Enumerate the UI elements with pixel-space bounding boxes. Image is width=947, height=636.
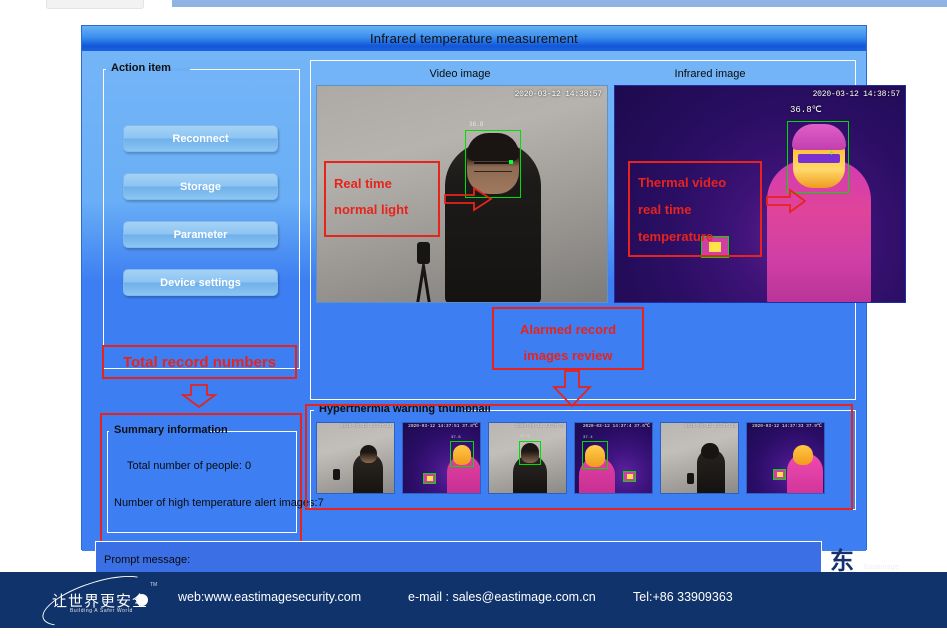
measured-temperature-readout: 36.8℃ (790, 105, 822, 115)
face-measure-point-icon (509, 160, 513, 164)
window-title-bar: Infrared temperature measurement (82, 26, 866, 51)
storage-button-label: Storage (180, 180, 221, 193)
device-settings-button[interactable]: Device settings (123, 269, 278, 296)
prompt-message-label: Prompt message: (104, 554, 191, 566)
thermal-measure-crosshair-icon: + (829, 148, 835, 158)
footer-telephone: Tel:+86 33909363 (633, 590, 733, 604)
logo-english-tagline: Building A Safer World (70, 608, 133, 614)
annotation-thermal-line1: Thermal video (638, 175, 727, 190)
annotation-arrow-right-icon-2 (766, 188, 806, 214)
summary-information-group-label: Summary information (114, 424, 228, 436)
browser-tab-ghost (46, 0, 144, 9)
annotation-arrow-right-icon (444, 186, 492, 212)
infrared-image-title: Infrared image (674, 68, 746, 80)
browser-chrome-strip (0, 0, 947, 22)
device-settings-button-label: Device settings (160, 276, 241, 289)
thermal-face-detection-box (787, 121, 849, 193)
left-panel: Action item Reconnect Storage Parameter … (95, 60, 324, 543)
annotation-thermal-video: Thermal video real time temperature (628, 161, 762, 257)
reconnect-button[interactable]: Reconnect (123, 125, 278, 152)
total-people-value: Total number of people: 0 (127, 460, 252, 472)
annotation-alarm-line2: images review (523, 348, 613, 363)
footer-website[interactable]: web:www.eastimagesecurity.com (178, 590, 361, 604)
annotation-arrow-down-icon (180, 384, 218, 408)
annotation-arrow-down-icon-2 (551, 370, 593, 408)
logo-trademark-icon: TM (150, 582, 158, 588)
annotation-alarmed-record-review: Alarmed record images review (492, 307, 644, 370)
video-face-temperature-label: 36.8 (469, 121, 484, 128)
annotation-alarm-line1: Alarmed record (519, 322, 617, 337)
annotation-total-record-numbers: Total record numbers (102, 345, 297, 379)
alert-images-value: Number of high temperature alert images:… (114, 497, 324, 509)
action-item-group (103, 69, 300, 369)
summary-information-group (107, 431, 297, 533)
parameter-button[interactable]: Parameter (123, 221, 278, 248)
tripod-icon (417, 242, 430, 264)
annotation-real-time-line2: normal light (334, 202, 409, 217)
footer-email[interactable]: e-mail : sales@eastimage.com.cn (408, 590, 596, 604)
corner-logo-text: Eastimage (864, 564, 899, 571)
window-client-area: Action item Reconnect Storage Parameter … (82, 51, 906, 581)
page-footer: 让世界更安全 Building A Safer World TM web:www… (0, 565, 947, 636)
annotation-thermal-line2: real time (638, 202, 692, 217)
annotation-real-time-line1: Real time (334, 176, 392, 191)
annotation-total-record-numbers-text: Total record numbers (122, 353, 277, 371)
video-timestamp: 2020-03-12 14:38:57 (514, 90, 603, 99)
video-image-title: Video image (429, 68, 491, 80)
window-title: Infrared temperature measurement (370, 31, 578, 46)
action-item-group-label: Action item (111, 62, 171, 74)
right-panel: Video image Infrared image 2020-03-12 14… (305, 60, 906, 540)
reconnect-button-label: Reconnect (172, 132, 229, 145)
storage-button[interactable]: Storage (123, 173, 278, 200)
annotation-thumbnail-highlight (305, 404, 853, 510)
parameter-button-label: Parameter (173, 228, 228, 241)
company-logo: 让世界更安全 Building A Safer World TM (18, 565, 168, 636)
tripod-legs-icon (416, 264, 431, 302)
application-window: Infrared temperature measurement Action … (81, 25, 906, 581)
browser-toolbar-ghost (172, 0, 947, 7)
annotation-thermal-line3: temperature (638, 229, 714, 244)
infrared-timestamp: 2020-03-12 14:38:57 (812, 90, 901, 99)
annotation-real-time-normal-light: Real time normal light (324, 161, 440, 237)
